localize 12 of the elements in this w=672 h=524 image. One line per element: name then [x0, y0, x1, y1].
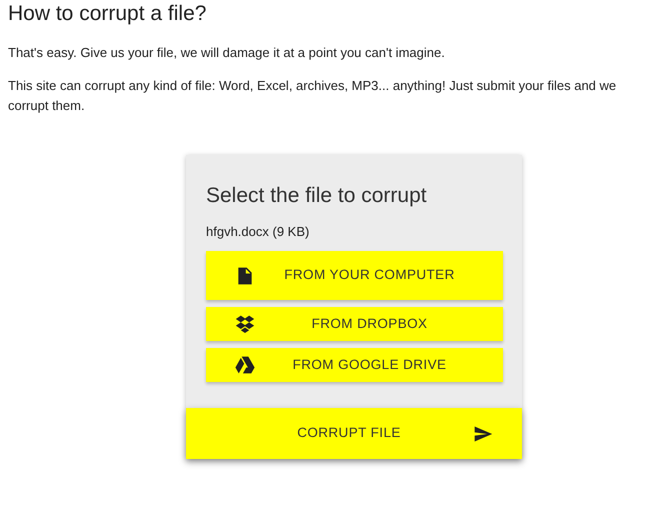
source-button[interactable]: FROM DROPBOX [206, 307, 503, 341]
send-icon [472, 424, 494, 444]
source-button[interactable]: FROM GOOGLE DRIVE [206, 348, 503, 382]
source-button[interactable]: FROM YOUR COMPUTER [206, 251, 503, 300]
corrupt-button[interactable]: CORRUPT FILE [186, 408, 522, 459]
file-name: hfgvh.docx (9 KB) [206, 223, 310, 241]
page-heading: How to corrupt a file? [8, 1, 208, 27]
paragraph: This site can corrupt any kind of file: Word, Excel, archives, MP3... anything! Just submit your files and we corrupt them. [8, 77, 618, 115]
drive-icon [234, 355, 256, 375]
card-title: Select the file to corrupt [206, 183, 428, 209]
paragraph: That's easy. Give us your file, we will damage it at a point you can't imagine. [8, 44, 446, 62]
dropbox-icon [234, 314, 256, 334]
